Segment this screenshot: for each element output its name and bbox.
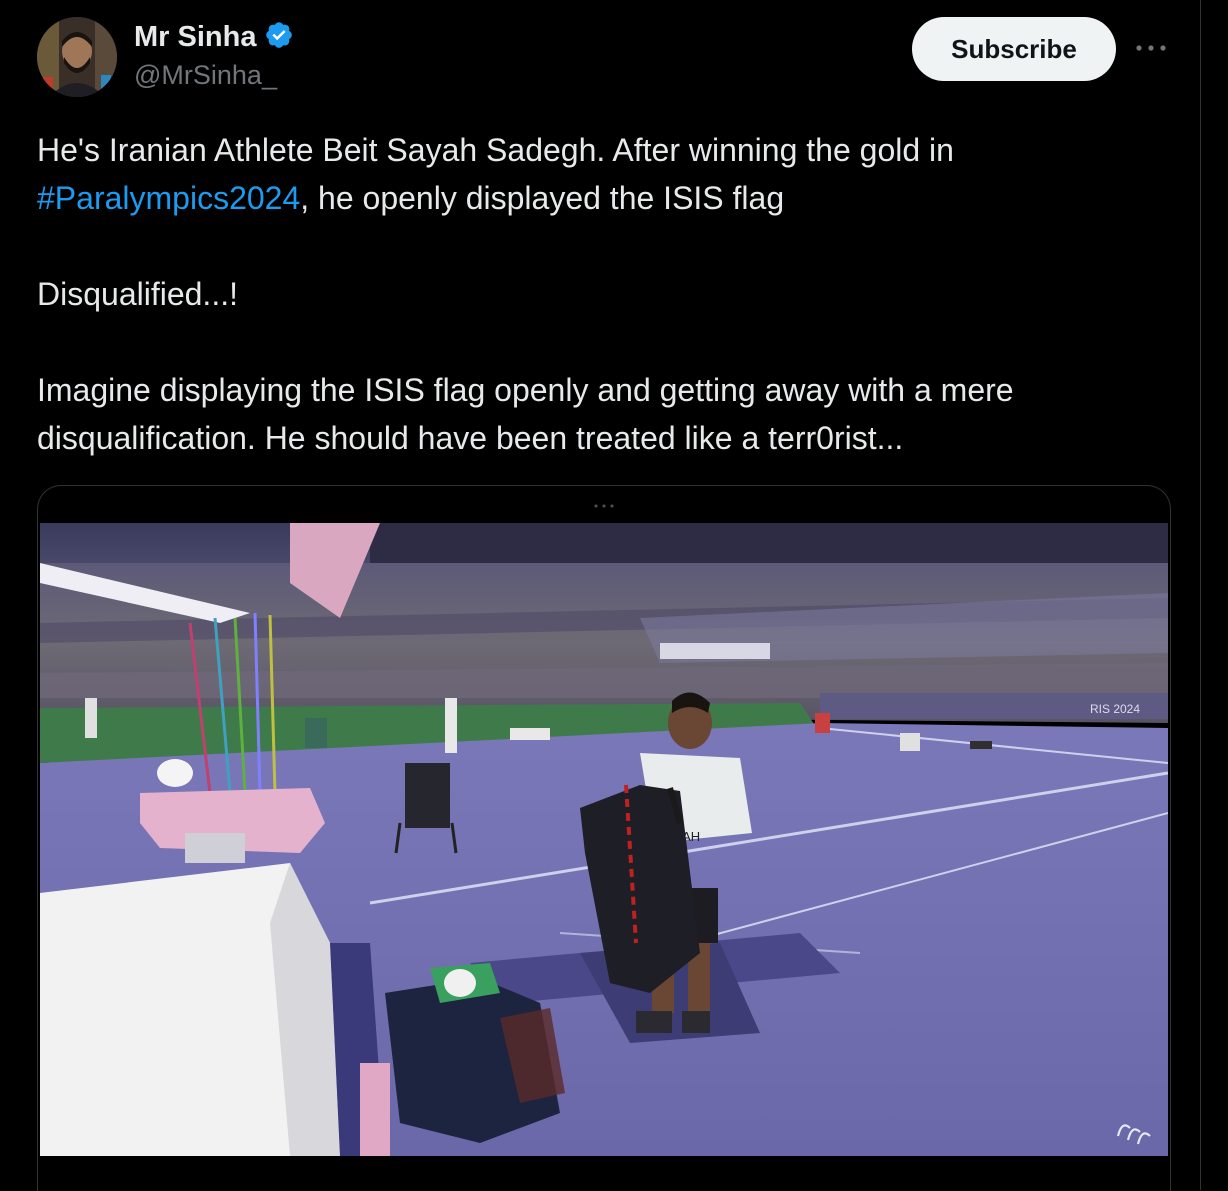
hashtag-link[interactable]: #Paralympics2024 (37, 180, 300, 216)
author-avatar[interactable] (37, 17, 117, 97)
media-drag-handle-icon[interactable] (592, 496, 616, 508)
video-player[interactable]: RIS 2024 (40, 523, 1168, 1156)
author-display-name[interactable]: Mr Sinha (134, 21, 256, 54)
paralympics-agitos-icon (1114, 1114, 1154, 1148)
tweet-line: He's Iranian Athlete Beit Sayah Sadegh. … (37, 126, 1177, 222)
more-horizontal-icon[interactable] (1134, 36, 1168, 60)
video-frame-image: RIS 2024 (40, 523, 1168, 1156)
scoreboard-text: RIS 2024 (1090, 702, 1140, 716)
avatar-image (37, 17, 117, 97)
media-card[interactable]: RIS 2024 (37, 485, 1171, 1191)
tweet-text-line2: , he openly displayed the ISIS flag (300, 180, 785, 216)
tweet-body: He's Iranian Athlete Beit Sayah Sadegh. … (37, 126, 1177, 462)
tweet-text-line4: Imagine displaying the ISIS flag openly … (37, 372, 1014, 456)
author-handle[interactable]: @MrSinha_ (134, 60, 277, 91)
author-name-row[interactable]: Mr Sinha (134, 20, 294, 55)
tweet-container: Mr Sinha @MrSinha_ Subscribe He's Irania… (0, 0, 1201, 1191)
subscribe-button[interactable]: Subscribe (912, 17, 1116, 81)
tweet-text-line3: Disqualified...! (37, 276, 238, 312)
verified-badge-icon (264, 20, 294, 55)
tweet-text-line1: He's Iranian Athlete Beit Sayah Sadegh. … (37, 132, 954, 168)
